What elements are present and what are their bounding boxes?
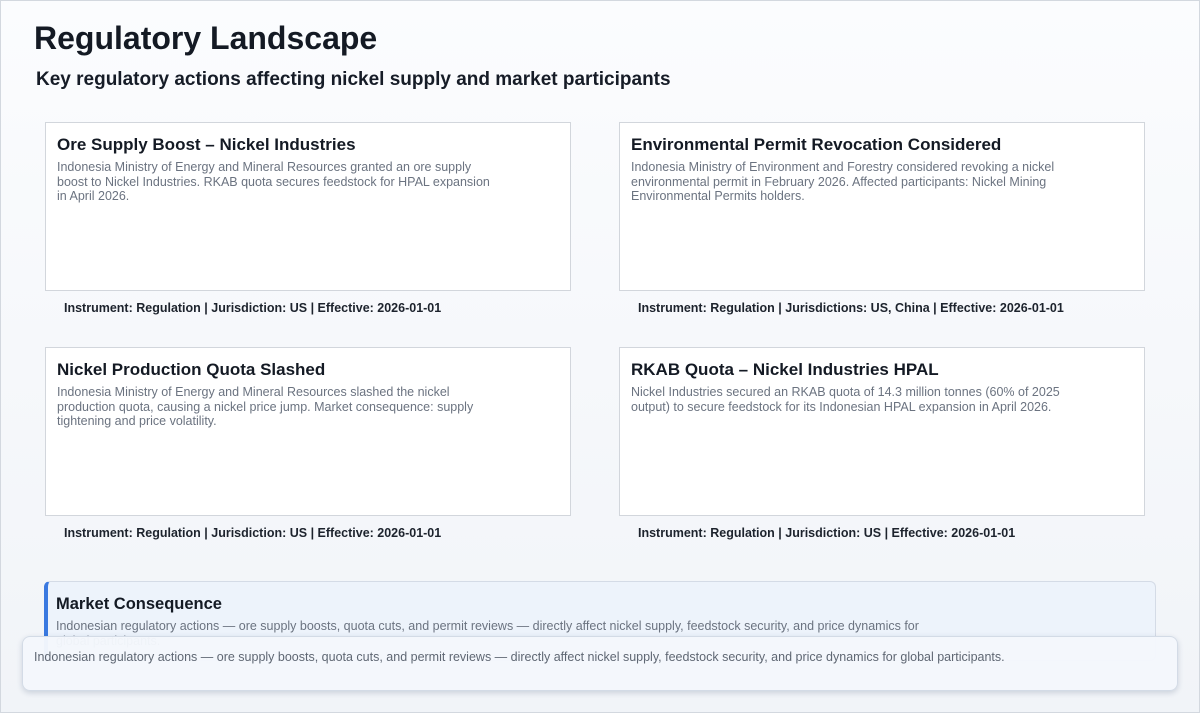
page-title: Regulatory Landscape [34, 20, 378, 56]
card-meta: Instrument: Regulation | Jurisdictions: … [638, 301, 1064, 315]
card-description: Indonesia Ministry of Energy and Mineral… [57, 385, 474, 428]
card-description: Nickel Industries secured an RKAB quota … [631, 385, 1060, 414]
regulation-card[interactable]: Environmental Permit Revocation Consider… [619, 122, 1145, 291]
tooltip: Indonesian regulatory actions — ore supp… [22, 636, 1178, 691]
consequence-title: Market Consequence [56, 595, 222, 613]
regulation-card[interactable]: RKAB Quota – Nickel Industries HPAL Nick… [619, 347, 1145, 516]
card-meta: Instrument: Regulation | Jurisdiction: U… [638, 526, 1016, 540]
card-description: Indonesia Ministry of Environment and Fo… [631, 160, 1055, 203]
card-description: Indonesia Ministry of Energy and Mineral… [57, 160, 490, 203]
card-title: RKAB Quota – Nickel Industries HPAL [631, 360, 939, 379]
card-meta: Instrument: Regulation | Jurisdiction: U… [64, 301, 442, 315]
regulation-card[interactable]: Nickel Production Quota Slashed Indonesi… [45, 347, 571, 516]
card-title: Environmental Permit Revocation Consider… [631, 135, 1002, 154]
tooltip-text: Indonesian regulatory actions — ore supp… [34, 650, 1005, 664]
page-subtitle: Key regulatory actions affecting nickel … [36, 69, 671, 90]
regulation-card[interactable]: Ore Supply Boost – Nickel Industries Ind… [45, 122, 571, 291]
card-title: Ore Supply Boost – Nickel Industries [57, 135, 356, 154]
card-meta: Instrument: Regulation | Jurisdiction: U… [64, 526, 442, 540]
card-title: Nickel Production Quota Slashed [57, 360, 326, 379]
